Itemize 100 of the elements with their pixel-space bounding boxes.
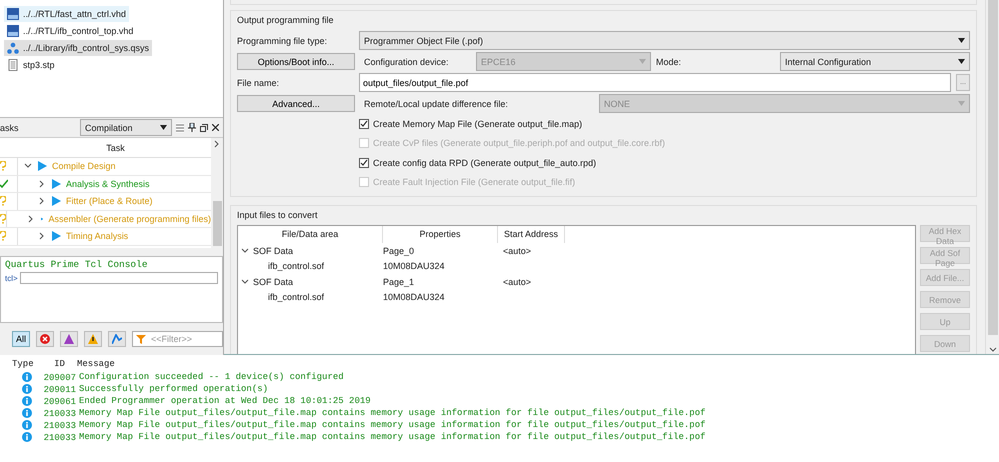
tree-cell[interactable]: SOF Data (253, 246, 294, 256)
message-id: 210033 (44, 408, 76, 418)
console-title: Quartus Prime Tcl Console (5, 259, 149, 270)
play-icon (52, 196, 61, 206)
message-id: 210033 (44, 432, 76, 442)
flag-icon (112, 334, 122, 344)
hierarchy-icon (7, 42, 19, 54)
tree-cell[interactable]: ifb_control.sof (268, 261, 324, 272)
table-cell: Page_1 (383, 276, 414, 287)
caret-icon (639, 59, 646, 64)
scrollbar-thumb[interactable] (988, 0, 998, 335)
task-name[interactable]: Analysis & Synthesis (66, 178, 150, 189)
info-icon (22, 420, 32, 430)
caret-icon (958, 59, 965, 64)
tree-cell[interactable]: ifb_control.sof (268, 292, 324, 302)
file-item[interactable]: ../../RTL/fast_attn_ctrl.vhd (4, 6, 129, 22)
table-cell: 10M08DAU324 (383, 292, 445, 302)
checkbox[interactable] (359, 158, 369, 168)
file-icon (7, 8, 19, 20)
options-button[interactable]: Options/Boot info... (237, 53, 355, 70)
warning-filter-button[interactable] (84, 331, 102, 347)
field-label: Remote/Local update difference file: (363, 98, 509, 108)
info-icon (22, 432, 32, 442)
mode-dropdown[interactable]: Internal Configuration (780, 52, 970, 71)
chevron-down-icon (988, 346, 996, 354)
caret-icon (958, 101, 965, 106)
console-input[interactable] (20, 272, 218, 284)
prompt-label: tcl> (5, 274, 18, 282)
flag-button[interactable] (108, 331, 126, 347)
column-header: Start Address (498, 226, 565, 243)
message-id: 210033 (44, 420, 76, 430)
checkbox-label: Create Fault Injection File (Generate output_file.fif) (373, 177, 576, 188)
message-id: 209007 (44, 372, 76, 382)
caret-icon (160, 125, 167, 130)
file-icon (7, 25, 19, 37)
question-icon (0, 196, 6, 206)
panel-title: asks (0, 122, 19, 132)
warning-icon (88, 334, 98, 344)
flow-dropdown[interactable]: Compilation (80, 119, 172, 136)
play-icon (52, 231, 61, 242)
error-icon (40, 334, 50, 344)
all-filter-button[interactable]: All (12, 331, 30, 347)
pin-icon (188, 123, 196, 132)
table-cell: 10M08DAU324 (383, 261, 445, 272)
triangle-icon (64, 334, 74, 344)
checkbox[interactable] (359, 118, 369, 129)
restore-icon (200, 124, 208, 132)
field-label: Programming file type: (237, 36, 328, 46)
field-label: File name: (237, 78, 280, 88)
play-icon (52, 178, 61, 189)
tree-cell[interactable]: SOF Data (253, 276, 294, 287)
check-icon (0, 178, 8, 189)
critical-warning-button[interactable] (60, 331, 78, 347)
field-label: Configuration device: (363, 56, 450, 66)
advanced-button[interactable]: Advanced... (237, 95, 355, 112)
file-item[interactable]: ../../Library/ifb_control_sys.qsys (4, 40, 152, 56)
checkbox-label: Create Memory Map File (Generate output_file.map) (373, 118, 582, 129)
field-label: Mode: (655, 56, 682, 66)
chevron-down-icon (24, 162, 32, 170)
group-title: Output programming file (237, 15, 335, 25)
file-name-field[interactable]: output_files/output_file.pof (359, 73, 951, 92)
message-text: Ended Programmer operation at Wed Dec 18 10:01:25 2019 (79, 396, 371, 406)
column-header: Properties (383, 226, 498, 243)
question-icon (0, 231, 6, 242)
info-icon (22, 384, 32, 394)
message-text: Memory Map File output_files/output_file.map contains memory usage information for file output_files/output_file.pof (79, 432, 706, 442)
file-item[interactable]: stp3.stp (4, 57, 58, 73)
chevron-right-icon (27, 214, 35, 223)
checkbox-label: Create CvP files (Generate output_file.periph.pof and output_file.core.rbf) (373, 138, 666, 148)
play-icon (38, 161, 47, 172)
document-icon (7, 59, 19, 71)
message-text: Configuration succeeded -- 1 device(s) configured (79, 372, 344, 382)
group-title: Input files to convert (237, 210, 319, 220)
info-icon (22, 372, 32, 382)
caret-icon (958, 38, 965, 43)
column-header: Message (77, 359, 116, 369)
column-header: File/Data area (238, 226, 383, 243)
close-icon (212, 124, 219, 131)
table-cell: <auto> (503, 276, 532, 287)
scrollbar-thumb[interactable] (212, 201, 222, 246)
error-filter-button[interactable] (36, 331, 54, 347)
table-cell: Page_0 (383, 246, 414, 256)
table-cell: <auto> (503, 246, 532, 256)
funnel-icon (136, 335, 146, 344)
column-header: Task (106, 142, 125, 152)
file-item[interactable]: ../../RTL/ifb_control_top.vhd (4, 23, 136, 39)
message-text: Memory Map File output_files/output_file.map contains memory usage information for file output_files/output_file.pof (79, 408, 706, 418)
file-type-dropdown[interactable]: Programmer Object File (.pof) (359, 31, 970, 50)
chevron-down-icon (241, 246, 249, 255)
checkbox-label: Create config data RPD (Generate output_file_auto.rpd) (373, 158, 596, 168)
message-text: Memory Map File output_files/output_file.map contains memory usage information for file output_files/output_file.pof (79, 420, 706, 430)
question-icon (0, 161, 6, 172)
filter-field[interactable]: <<Filter>> (132, 331, 223, 347)
chevron-right-icon (38, 180, 46, 188)
chevron-down-icon (241, 278, 249, 286)
list-icon (176, 124, 184, 132)
chevron-right-icon (38, 232, 46, 240)
column-header: Type (12, 359, 35, 369)
message-id: 209011 (44, 384, 76, 394)
column-header: ID (53, 359, 66, 369)
